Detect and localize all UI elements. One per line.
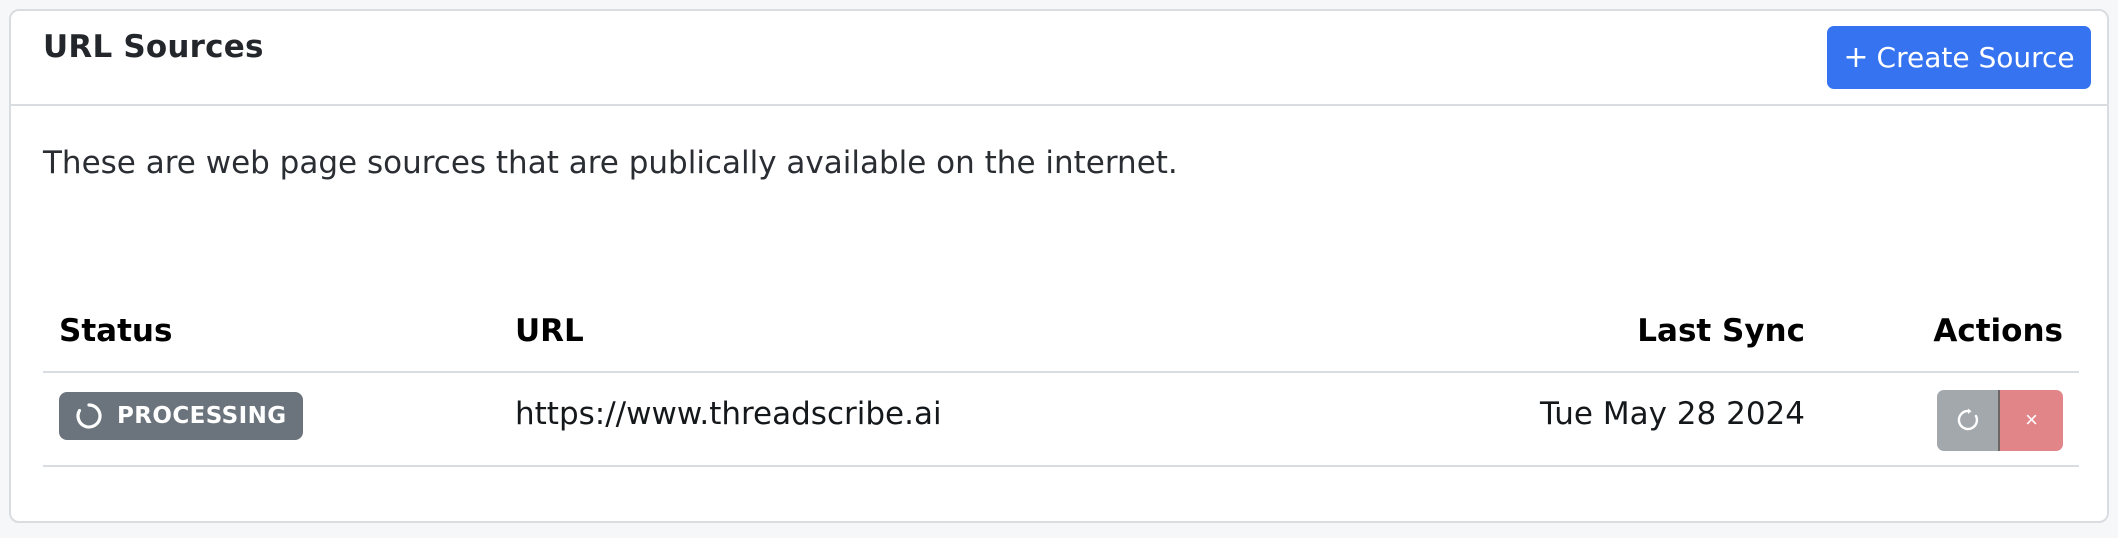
- plus-icon: +: [1843, 40, 1869, 75]
- row-action-buttons: ×: [1937, 389, 2063, 451]
- refresh-button[interactable]: [1937, 389, 2000, 451]
- header-actions: Actions: [1933, 313, 2063, 349]
- source-url: https://www.threadscribe.ai: [515, 396, 942, 432]
- url-sources-card: URL Sources + Create Source These are we…: [9, 9, 2109, 523]
- card-title: URL Sources: [43, 29, 264, 65]
- refresh-icon: [1957, 408, 1978, 431]
- status-cell: PROCESSING: [59, 373, 479, 465]
- header-status: Status: [59, 313, 173, 349]
- table-row: PROCESSING https://www.threadscribe.ai T…: [43, 373, 2079, 467]
- spinner-icon: [76, 403, 102, 429]
- status-badge: PROCESSING: [59, 392, 303, 440]
- sources-table: Status URL Last Sync Actions PROCESSING …: [43, 299, 2079, 467]
- card-description: These are web page sources that are publ…: [43, 145, 1178, 181]
- header-url: URL: [515, 313, 584, 349]
- create-source-button[interactable]: + Create Source: [1827, 26, 2091, 89]
- close-icon: ×: [2025, 407, 2038, 432]
- card-header: URL Sources + Create Source: [11, 11, 2107, 106]
- delete-button[interactable]: ×: [2000, 389, 2063, 451]
- create-source-label: Create Source: [1876, 41, 2075, 74]
- last-sync-date: Tue May 28 2024: [1540, 396, 1805, 432]
- last-sync-cell: Tue May 28 2024: [1293, 373, 1805, 465]
- actions-cell: ×: [1843, 373, 2063, 465]
- status-badge-label: PROCESSING: [117, 403, 287, 429]
- url-cell: https://www.threadscribe.ai: [515, 373, 1215, 465]
- table-header-row: Status URL Last Sync Actions: [43, 299, 2079, 373]
- header-last-sync: Last Sync: [1637, 313, 1805, 349]
